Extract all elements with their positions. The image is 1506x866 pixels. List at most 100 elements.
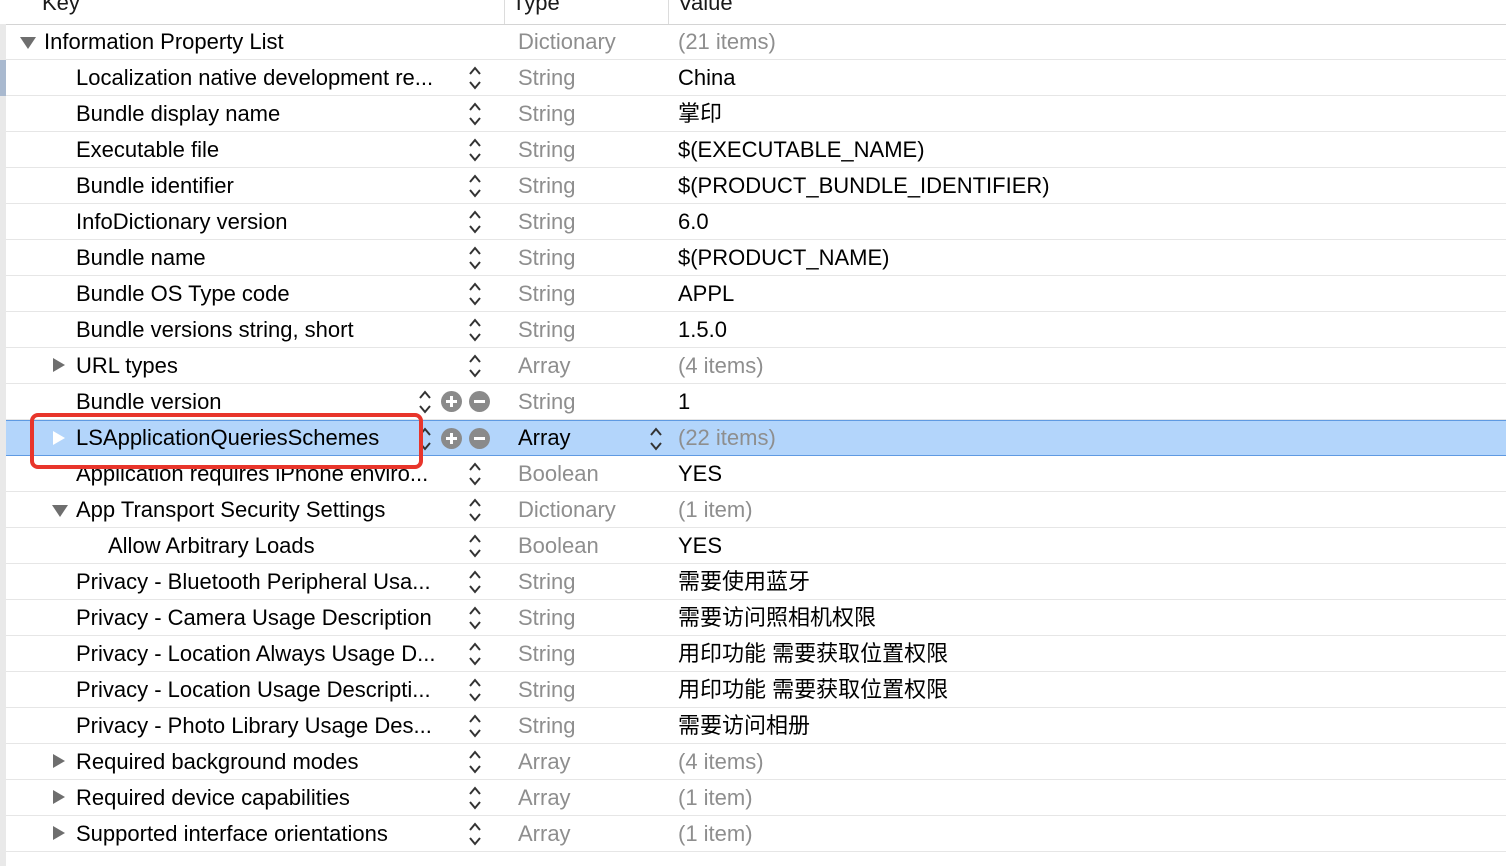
key-selector-stepper-icon[interactable] — [468, 533, 482, 559]
plist-row[interactable]: Information Property List Dictionary (21 i… — [6, 24, 1506, 60]
row-key[interactable]: Information Property List — [44, 24, 284, 59]
row-key[interactable]: InfoDictionary version — [76, 204, 288, 239]
remove-item-button[interactable] — [469, 391, 490, 412]
key-selector-stepper-icon[interactable] — [418, 389, 432, 415]
row-type[interactable]: String — [518, 708, 575, 743]
disclosure-triangle-collapsed-icon[interactable] — [50, 348, 66, 383]
key-selector-stepper-icon[interactable] — [468, 641, 482, 667]
row-type[interactable]: Array — [518, 780, 571, 815]
row-value[interactable]: China — [678, 60, 735, 95]
row-type[interactable]: String — [518, 96, 575, 131]
row-value[interactable]: YES — [678, 456, 722, 491]
row-type[interactable]: String — [518, 168, 575, 203]
key-selector-stepper-icon[interactable] — [468, 101, 482, 127]
row-value[interactable]: 需要使用蓝牙 — [678, 564, 810, 599]
key-selector-stepper-icon[interactable] — [468, 137, 482, 163]
key-selector-stepper-icon[interactable] — [468, 821, 482, 847]
row-type[interactable]: String — [518, 240, 575, 275]
key-selector-stepper-icon[interactable] — [468, 317, 482, 343]
row-value[interactable]: (4 items) — [678, 744, 764, 779]
row-key[interactable]: Privacy - Bluetooth Peripheral Usa... — [76, 564, 431, 599]
row-type[interactable]: String — [518, 312, 575, 347]
row-type[interactable]: String — [518, 672, 575, 707]
row-key[interactable]: Bundle version — [76, 384, 222, 419]
row-key[interactable]: LSApplicationQueriesSchemes — [76, 421, 379, 455]
row-type[interactable]: String — [518, 132, 575, 167]
column-divider[interactable] — [504, 0, 505, 24]
row-type[interactable]: String — [518, 204, 575, 239]
row-key[interactable]: Allow Arbitrary Loads — [108, 528, 315, 563]
row-key[interactable]: Supported interface orientations — [76, 816, 388, 851]
plist-row[interactable]: Privacy - Camera Usage Description String… — [6, 600, 1506, 636]
key-selector-stepper-icon[interactable] — [468, 497, 482, 523]
row-type[interactable]: String — [518, 276, 575, 311]
disclosure-triangle-expanded-icon[interactable] — [20, 24, 36, 59]
key-selector-stepper-icon[interactable] — [468, 461, 482, 487]
row-value[interactable]: 需要访问相册 — [678, 708, 810, 743]
row-value[interactable]: (21 items) — [678, 24, 776, 59]
column-header-key[interactable]: Key — [42, 0, 80, 24]
plist-row[interactable]: Privacy - Location Usage Descripti... Str… — [6, 672, 1506, 708]
plist-row[interactable]: Executable file String $(EXECUTABLE_NAME) — [6, 132, 1506, 168]
plist-row[interactable]: Application requires iPhone enviro... Boo… — [6, 456, 1506, 492]
plist-row[interactable]: Privacy - Location Always Usage D... Stri… — [6, 636, 1506, 672]
row-type[interactable]: Boolean — [518, 456, 599, 491]
disclosure-triangle-expanded-icon[interactable] — [52, 492, 68, 527]
row-type[interactable]: String — [518, 600, 575, 635]
plist-row[interactable]: Bundle display name String 掌印 — [6, 96, 1506, 132]
plist-row[interactable]: Privacy - Bluetooth Peripheral Usa... Str… — [6, 564, 1506, 600]
row-value[interactable]: 用印功能 需要获取位置权限 — [678, 672, 948, 707]
row-type[interactable]: Dictionary — [518, 492, 616, 527]
row-type[interactable]: String — [518, 564, 575, 599]
key-selector-stepper-icon[interactable] — [468, 209, 482, 235]
key-selector-stepper-icon[interactable] — [468, 713, 482, 739]
key-selector-stepper-icon[interactable] — [468, 245, 482, 271]
row-value[interactable]: (1 item) — [678, 780, 753, 815]
key-selector-stepper-icon[interactable] — [468, 605, 482, 631]
row-value[interactable]: 1.5.0 — [678, 312, 727, 347]
add-item-button[interactable] — [441, 391, 462, 412]
disclosure-triangle-collapsed-icon[interactable] — [50, 421, 66, 456]
disclosure-triangle-collapsed-icon[interactable] — [50, 780, 66, 815]
plist-row[interactable]: Bundle OS Type code String APPL — [6, 276, 1506, 312]
key-selector-stepper-icon[interactable] — [468, 749, 482, 775]
row-key[interactable]: URL types — [76, 348, 178, 383]
plist-row[interactable]: Bundle version String 1 — [6, 384, 1506, 420]
plist-row[interactable]: Supported interface orientations Array (1 … — [6, 816, 1506, 852]
plist-row[interactable]: InfoDictionary version String 6.0 — [6, 204, 1506, 240]
row-key[interactable]: Required device capabilities — [76, 780, 350, 815]
row-key[interactable]: Localization native development re... — [76, 60, 433, 95]
key-selector-stepper-icon[interactable] — [468, 569, 482, 595]
row-type[interactable]: Array — [518, 744, 571, 779]
row-value[interactable]: $(PRODUCT_BUNDLE_IDENTIFIER) — [678, 168, 1050, 203]
column-header-type[interactable]: Type — [512, 0, 560, 24]
row-type[interactable]: String — [518, 384, 575, 419]
row-value[interactable]: (1 item) — [678, 816, 753, 851]
row-value[interactable]: 需要访问照相机权限 — [678, 600, 876, 635]
row-type[interactable]: String — [518, 636, 575, 671]
key-selector-stepper-icon[interactable] — [468, 173, 482, 199]
row-type[interactable]: Boolean — [518, 528, 599, 563]
plist-row[interactable]: App Transport Security Settings Dictionar… — [6, 492, 1506, 528]
row-key[interactable]: Privacy - Location Usage Descripti... — [76, 672, 431, 707]
row-value[interactable]: APPL — [678, 276, 734, 311]
disclosure-triangle-collapsed-icon[interactable] — [50, 744, 66, 779]
type-selector-stepper-icon[interactable] — [649, 426, 663, 452]
plist-row[interactable]: Bundle versions string, short String 1.5.0 — [6, 312, 1506, 348]
row-value[interactable]: (4 items) — [678, 348, 764, 383]
row-key[interactable]: Bundle display name — [76, 96, 280, 131]
row-key[interactable]: Required background modes — [76, 744, 359, 779]
key-selector-stepper-icon[interactable] — [468, 785, 482, 811]
row-key[interactable]: App Transport Security Settings — [76, 492, 385, 527]
plist-row[interactable]: Allow Arbitrary Loads Boolean YES — [6, 528, 1506, 564]
key-selector-stepper-icon[interactable] — [468, 65, 482, 91]
row-key[interactable]: Bundle name — [76, 240, 206, 275]
row-value[interactable]: (1 item) — [678, 492, 753, 527]
row-key[interactable]: Application requires iPhone enviro... — [76, 456, 428, 491]
row-key[interactable]: Executable file — [76, 132, 219, 167]
key-selector-stepper-icon[interactable] — [418, 426, 432, 452]
column-divider[interactable] — [668, 0, 669, 24]
plist-row[interactable]: URL types Array (4 items) — [6, 348, 1506, 384]
plist-row[interactable]: Localization native development re... Str… — [6, 60, 1506, 96]
row-value[interactable]: YES — [678, 528, 722, 563]
